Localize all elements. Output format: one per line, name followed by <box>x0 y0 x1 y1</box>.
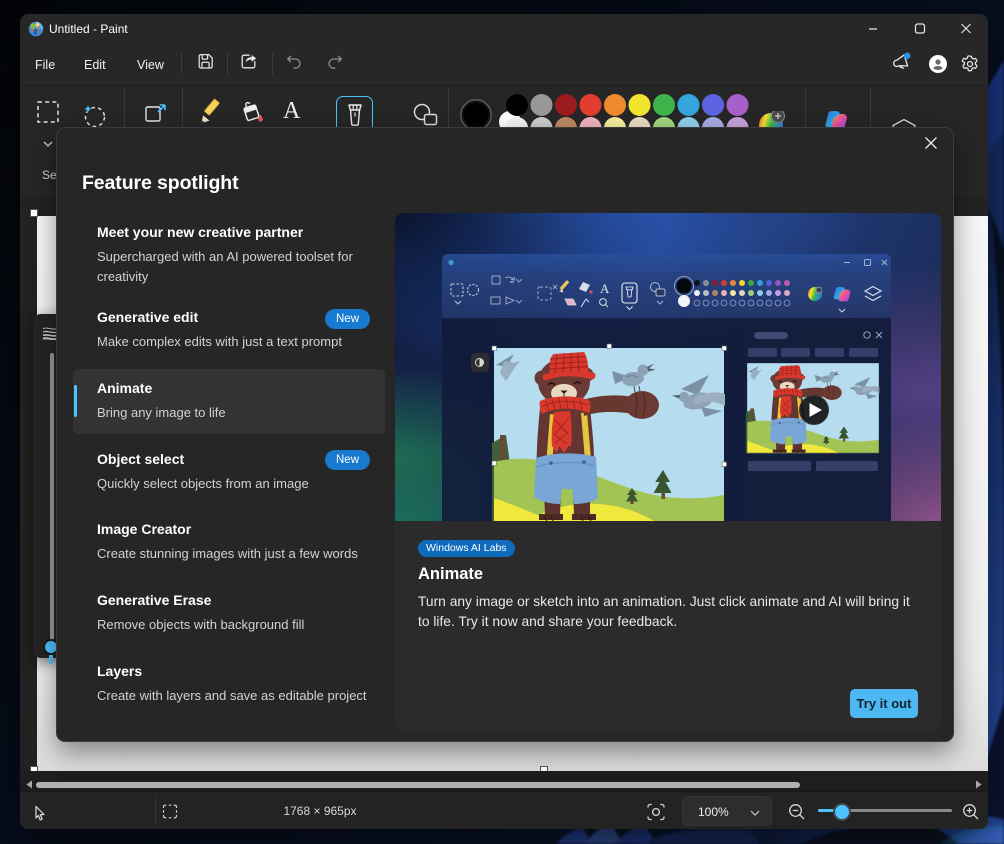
svg-text:A: A <box>600 281 610 296</box>
